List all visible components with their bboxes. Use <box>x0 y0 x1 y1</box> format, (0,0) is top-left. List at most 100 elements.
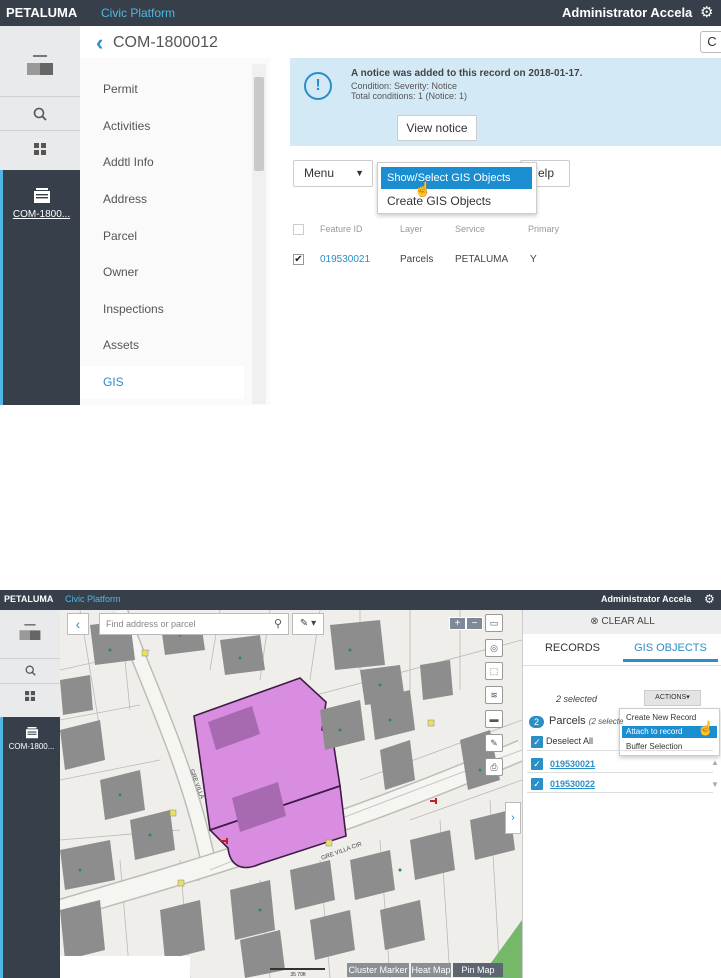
parcel-map[interactable]: GRE VILLA GRE VILLA CIR 35 70ft <box>56 607 527 978</box>
record-tabs: Permit Activities Addtl Info Address Par… <box>80 58 270 405</box>
cluster-marker-toggle[interactable]: Cluster Marker <box>347 963 409 977</box>
tab-activities[interactable]: Activities <box>103 119 150 133</box>
refresh-button[interactable]: C <box>700 31 721 53</box>
clear-all-button[interactable]: ⊗ CLEAR ALL <box>523 610 721 634</box>
notice-condition: Condition: Severity: Notice <box>351 81 458 91</box>
actions-button[interactable]: ACTIONS▾ <box>644 690 701 706</box>
map-search-input[interactable]: Find address or parcel ⚲ <box>99 613 289 635</box>
row-divider <box>527 772 713 773</box>
hand-cursor-icon: ☝ <box>697 720 715 736</box>
primary-cell: Y <box>530 254 537 265</box>
notice-banner: ! A notice was added to this record on 2… <box>290 58 721 146</box>
row-divider <box>527 750 713 751</box>
map-canvas: GRE VILLA GRE VILLA CIR 35 70ft <box>56 607 527 978</box>
parcels-title: Parcels <box>549 715 586 727</box>
identify-icon[interactable]: ✎ <box>485 734 503 752</box>
fullscreen-icon[interactable]: ▭ <box>485 614 503 632</box>
hand-cursor-icon: ☝ <box>414 181 432 197</box>
records-grid-icon[interactable] <box>0 34 80 96</box>
search-icon[interactable]: ⚲ <box>274 617 282 630</box>
apps-grid-icon[interactable] <box>0 686 60 706</box>
view-notice-button[interactable]: View notice <box>397 115 477 141</box>
caret-down-icon: ▾ <box>686 694 690 701</box>
gis-map-screen: PETALUMA Civic Platform Administrator Ac… <box>0 590 721 978</box>
back-chevron-icon[interactable]: ‹ <box>67 613 89 635</box>
clear-all-label: CLEAR ALL <box>601 616 655 627</box>
row-checkbox[interactable]: ✔ <box>293 254 304 265</box>
tab-assets[interactable]: Assets <box>103 338 139 352</box>
top-bar: PETALUMA Civic Platform Administrator Ac… <box>0 0 721 26</box>
user-name[interactable]: Administrator Accela <box>562 5 692 20</box>
info-icon: ! <box>304 72 332 100</box>
chevron-down-icon: ▼ <box>355 168 364 178</box>
rail-divider <box>0 683 60 684</box>
show-select-gis-objects-item[interactable]: Show/Select GIS Objects <box>381 167 532 189</box>
records-grid-icon[interactable] <box>0 610 60 654</box>
measure-icon[interactable]: ▬ <box>485 710 503 728</box>
draw-tool-button[interactable]: ✎ ▾ <box>292 613 324 635</box>
create-gis-objects-item[interactable]: Create GIS Objects <box>387 194 491 208</box>
notice-total: Total conditions: 1 (Notice: 1) <box>351 91 468 101</box>
parcel-count-badge: 2 <box>529 716 544 728</box>
tab-parcel[interactable]: Parcel <box>103 229 137 243</box>
open-record-tab[interactable]: COM-1800... <box>0 170 80 405</box>
parcel-checkbox[interactable]: ✓ <box>531 758 543 770</box>
menu-button[interactable]: Menu ▼ <box>293 160 373 187</box>
rail-divider <box>0 658 60 659</box>
platform-name: Civic Platform <box>101 6 176 20</box>
record-icon <box>33 188 50 203</box>
record-detail-screen: PETALUMA Civic Platform Administrator Ac… <box>0 0 721 405</box>
apps-grid-icon[interactable] <box>0 136 80 162</box>
actions-label: ACTIONS <box>655 694 687 701</box>
platform-name: Civic Platform <box>65 594 121 604</box>
layers-icon[interactable]: ≋ <box>485 686 503 704</box>
layer-cell: Parcels <box>400 254 434 265</box>
deselect-all-label: Deselect All <box>546 736 594 746</box>
panel-collapse-chevron-icon[interactable]: › <box>505 802 521 834</box>
parcel-link[interactable]: 019530021 <box>550 759 595 769</box>
tabs-scroll-thumb[interactable] <box>254 77 264 171</box>
tab-gis[interactable]: GIS <box>80 366 244 399</box>
left-rail: COM-1800... <box>0 26 80 405</box>
deselect-all-checkbox[interactable]: ✓ <box>531 736 543 748</box>
parcel-link[interactable]: 019530022 <box>550 779 595 789</box>
tab-address[interactable]: Address <box>103 192 147 206</box>
scale-bar-label: 35 70ft <box>290 972 306 978</box>
user-name[interactable]: Administrator Accela <box>601 594 691 604</box>
left-rail: COM-1800... <box>0 610 60 978</box>
scroll-up-icon[interactable]: ▲ <box>711 758 719 767</box>
heat-map-toggle[interactable]: Heat Map <box>411 963 451 977</box>
service-cell: PETALUMA <box>455 254 509 265</box>
pin-map-toggle[interactable]: Pin Map <box>453 963 503 977</box>
select-tool-icon[interactable]: ⬚ <box>485 662 503 680</box>
col-layer: Layer <box>400 224 423 234</box>
tab-inspections[interactable]: Inspections <box>103 302 164 316</box>
col-feature-id: Feature ID <box>320 224 363 234</box>
rail-divider <box>0 96 80 97</box>
print-icon[interactable]: ⎙ <box>485 758 503 776</box>
back-chevron-icon[interactable]: ‹ <box>96 30 103 56</box>
parcel-checkbox[interactable]: ✓ <box>531 778 543 790</box>
locate-icon[interactable]: ◎ <box>485 639 503 657</box>
select-all-checkbox[interactable] <box>293 224 304 235</box>
tab-gis-objects[interactable]: GIS OBJECTS <box>623 642 718 662</box>
tab-owner[interactable]: Owner <box>103 265 138 279</box>
create-new-record-item[interactable]: Create New Record <box>626 713 696 722</box>
tabs-underline <box>523 665 721 666</box>
scroll-down-icon[interactable]: ▼ <box>711 780 719 789</box>
brand-logo: PETALUMA <box>6 5 78 20</box>
tab-permit[interactable]: Permit <box>103 82 138 96</box>
tab-addtl-info[interactable]: Addtl Info <box>103 155 154 169</box>
gear-icon[interactable]: ⚙ <box>700 3 713 21</box>
gis-side-panel: ⊗ CLEAR ALL RECORDS GIS OBJECTS 2 select… <box>522 610 721 978</box>
gear-icon[interactable]: ⚙ <box>704 592 715 606</box>
tab-records[interactable]: RECORDS <box>525 642 620 654</box>
zoom-out-button[interactable]: − <box>466 617 483 630</box>
search-icon[interactable] <box>0 660 60 680</box>
zoom-in-button[interactable]: + <box>449 617 466 630</box>
col-primary: Primary <box>528 224 559 234</box>
menu-dropdown: Show/Select GIS Objects Create GIS Objec… <box>377 162 537 214</box>
feature-id-link[interactable]: 019530021 <box>320 254 370 265</box>
open-record-tab[interactable]: COM-1800... <box>0 717 60 978</box>
search-icon[interactable] <box>0 101 80 127</box>
